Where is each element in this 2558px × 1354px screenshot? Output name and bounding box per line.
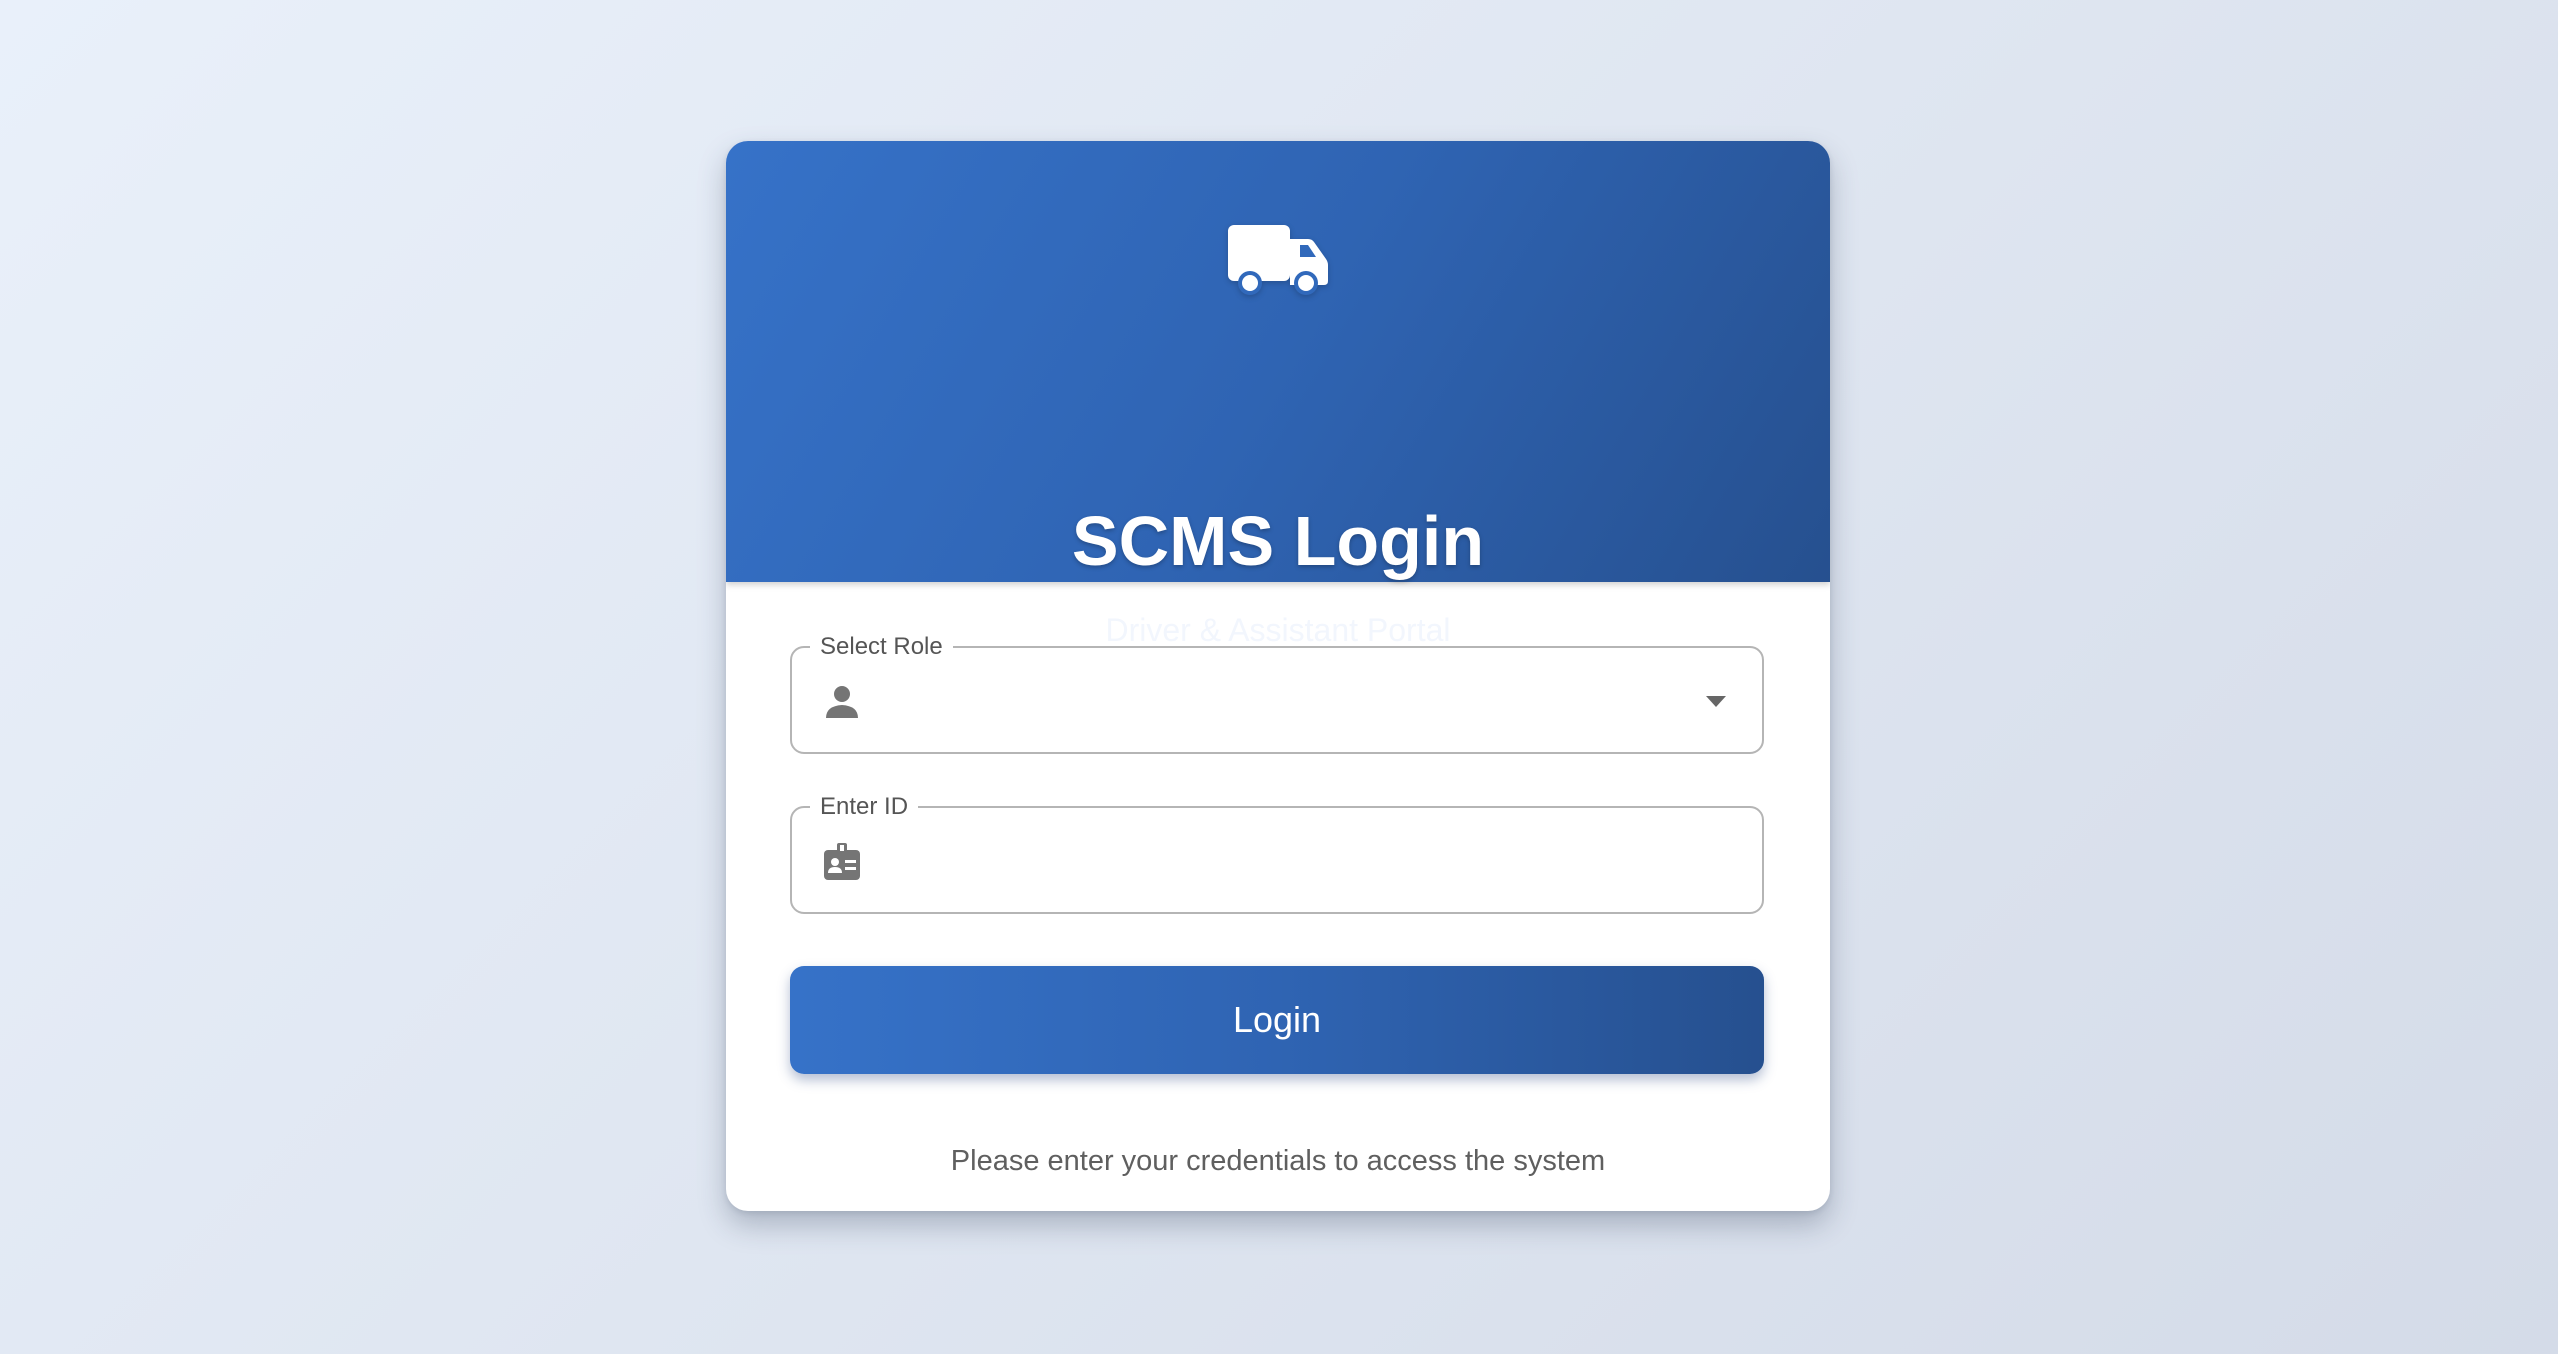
login-header: SCMS Login Driver & Assistant Portal (726, 141, 1830, 648)
id-field[interactable]: Enter ID (790, 792, 1764, 914)
person-icon (826, 686, 858, 718)
truck-icon (1228, 225, 1328, 295)
id-badge-icon (824, 843, 860, 880)
role-select[interactable]: Select Role (790, 632, 1764, 754)
id-input[interactable] (882, 828, 1716, 896)
role-select-label: Select Role (810, 632, 953, 662)
login-button[interactable]: Login (790, 966, 1764, 1074)
id-field-label: Enter ID (810, 792, 919, 822)
helper-text: Please enter your credentials to access … (950, 1145, 1606, 1177)
chevron-down-icon[interactable] (1706, 696, 1726, 707)
login-card: SCMS Login Driver & Assistant Portal Sel… (726, 141, 1830, 1211)
page-title: SCMS Login (1071, 502, 1485, 580)
